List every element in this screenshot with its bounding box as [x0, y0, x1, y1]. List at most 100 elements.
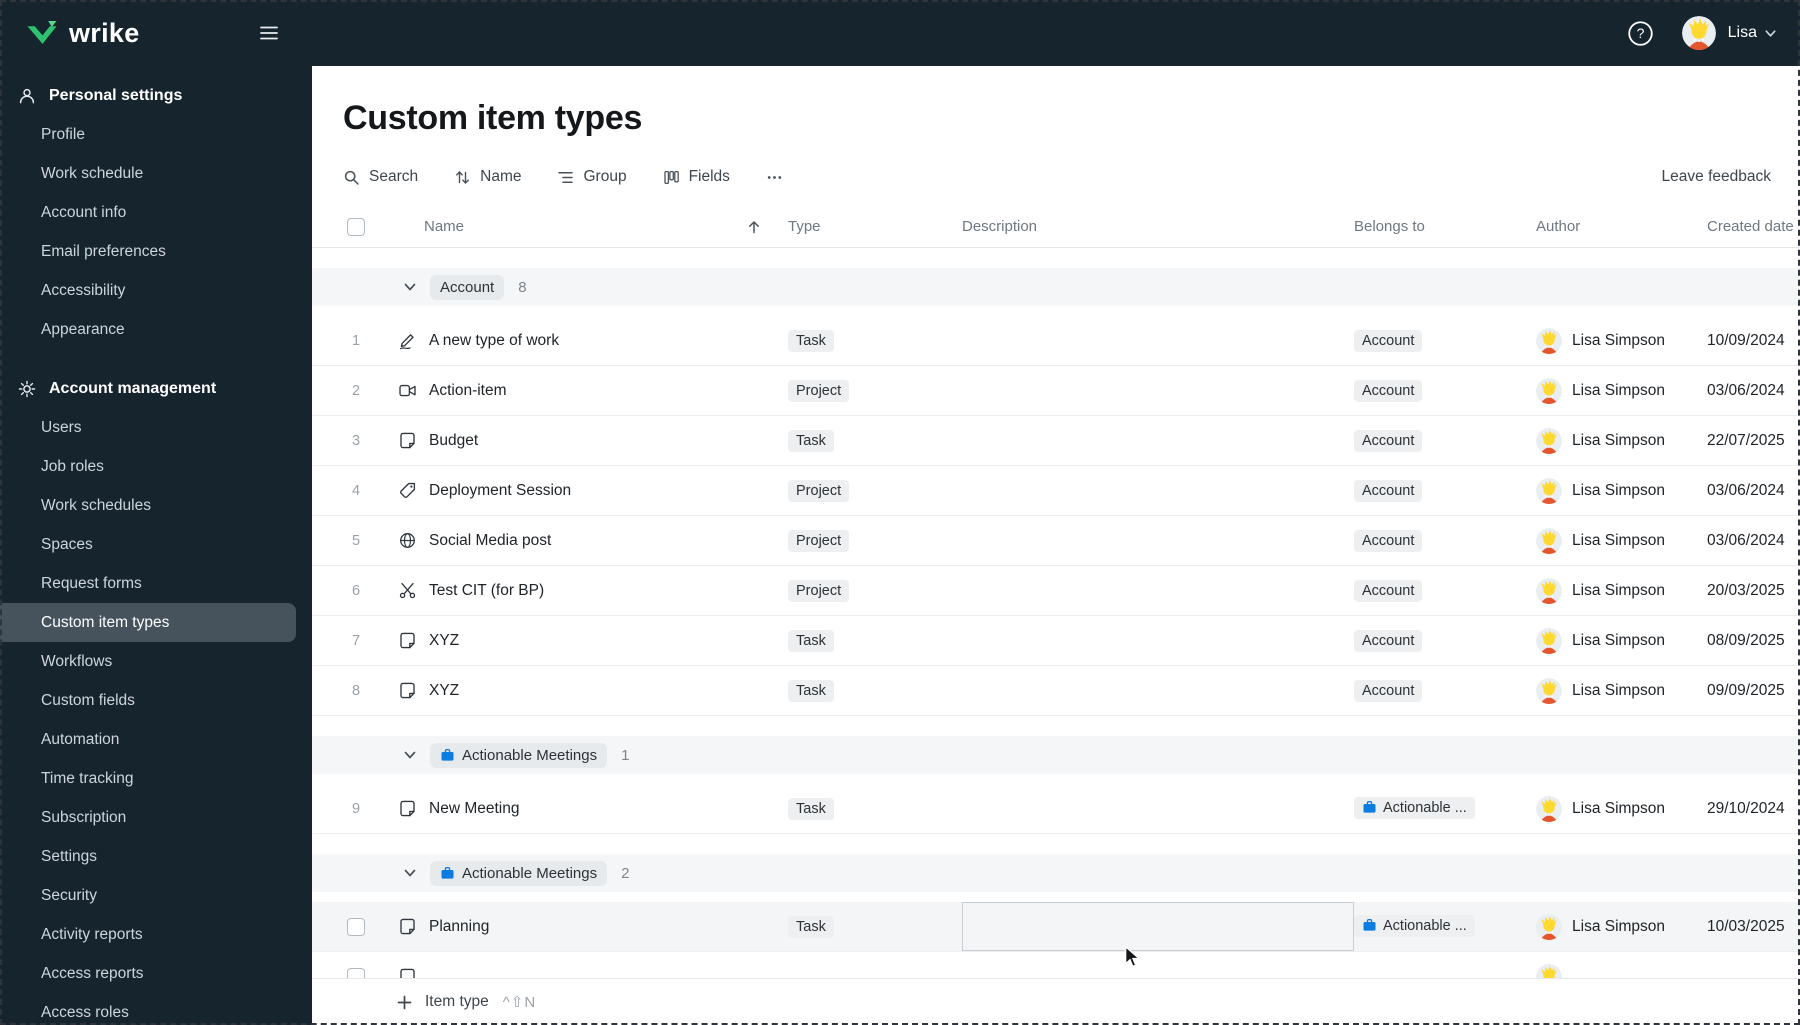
- table-row[interactable]: 7 XYZ Task Account Lisa Simpson 08/09/2025: [312, 616, 1800, 666]
- column-header-created-date[interactable]: Created date: [1707, 218, 1800, 235]
- type-chip: Task: [788, 629, 834, 652]
- search-button[interactable]: Search: [343, 168, 418, 186]
- hamburger-menu-icon[interactable]: [258, 24, 280, 42]
- table-row[interactable]: 5 Social Media post Project Account Lisa Sim…: [312, 516, 1800, 566]
- row-select-cell[interactable]: 2: [336, 383, 376, 399]
- fields-button[interactable]: Fields: [663, 168, 730, 186]
- item-name-cell[interactable]: XYZ: [376, 681, 788, 700]
- more-button[interactable]: [766, 169, 783, 186]
- group-header-row[interactable]: Account 8: [312, 268, 1800, 306]
- sidebar-item-work-schedules[interactable]: Work schedules: [0, 486, 312, 525]
- belongs-chip: Account: [1354, 529, 1423, 552]
- item-description-cell[interactable]: [962, 316, 1354, 365]
- sidebar-item-security[interactable]: Security: [0, 876, 312, 915]
- sidebar-item-time-tracking[interactable]: Time tracking: [0, 759, 312, 798]
- leave-feedback-button[interactable]: Leave feedback: [1662, 168, 1771, 186]
- row-number: 9: [351, 800, 361, 817]
- table-row[interactable]: 6 Test CIT (for BP) Project Account Lisa Sim…: [312, 566, 1800, 616]
- table-row[interactable]: 8 XYZ Task Account Lisa Simpson 09/09/2025: [312, 666, 1800, 716]
- column-header-type[interactable]: Type: [788, 218, 962, 235]
- user-avatar[interactable]: [1681, 16, 1716, 50]
- row-select-cell[interactable]: 7: [336, 633, 376, 649]
- sidebar-item-profile[interactable]: Profile: [0, 115, 312, 154]
- author-name: Lisa Simpson: [1572, 331, 1666, 349]
- created-date-cell: 08/09/2025: [1707, 631, 1785, 649]
- sidebar-item-custom-fields[interactable]: Custom fields: [0, 681, 312, 720]
- sidebar-item-spaces[interactable]: Spaces: [0, 525, 312, 564]
- chevron-down-icon[interactable]: [402, 865, 418, 881]
- item-name: New Meeting: [429, 799, 520, 817]
- item-name-cell[interactable]: Social Media post: [376, 531, 788, 550]
- sidebar-item-automation[interactable]: Automation: [0, 720, 312, 759]
- row-select-cell[interactable]: [336, 917, 376, 936]
- row-select-cell[interactable]: 4: [336, 483, 376, 499]
- select-all-checkbox[interactable]: [347, 217, 365, 236]
- table-row[interactable]: 1 A new type of work Task Account Lisa Simps…: [312, 316, 1800, 366]
- sidebar-item-accessibility[interactable]: Accessibility: [0, 271, 312, 310]
- gear-icon: [18, 380, 36, 398]
- item-description-cell[interactable]: [962, 784, 1354, 833]
- item-name-cell[interactable]: Budget: [376, 431, 788, 450]
- item-name-cell[interactable]: Action-item: [376, 381, 788, 400]
- sidebar-item-appearance[interactable]: Appearance: [0, 310, 312, 349]
- help-icon[interactable]: ?: [1627, 20, 1654, 47]
- sidebar-item-users[interactable]: Users: [0, 408, 312, 447]
- sidebar-item-access-reports[interactable]: Access reports: [0, 954, 312, 993]
- sidebar-item-access-roles[interactable]: Access roles: [0, 993, 312, 1025]
- chevron-down-icon[interactable]: [402, 747, 418, 763]
- sidebar-item-job-roles[interactable]: Job roles: [0, 447, 312, 486]
- group-header-row[interactable]: Actionable Meetings 2: [312, 854, 1800, 892]
- table-row[interactable]: 2 Action-item Project Account Lisa Simpson 03…: [312, 366, 1800, 416]
- item-description-cell[interactable]: [962, 666, 1354, 715]
- row-select-cell[interactable]: 8: [336, 683, 376, 699]
- column-header-name[interactable]: Name: [424, 218, 464, 235]
- group-button[interactable]: Group: [557, 168, 627, 186]
- item-name-cell[interactable]: A new type of work: [376, 331, 788, 350]
- table-row[interactable]: 4 Deployment Session Project Account Lisa Si…: [312, 466, 1800, 516]
- wrike-brand[interactable]: wrike: [26, 18, 140, 49]
- item-name-cell[interactable]: Deployment Session: [376, 481, 788, 500]
- sidebar-item-custom-item-types[interactable]: Custom item types: [0, 603, 296, 642]
- sort-ascending-icon[interactable]: [746, 219, 762, 235]
- row-checkbox[interactable]: [347, 917, 365, 936]
- table-row[interactable]: 9 New Meeting Task Actionable ... Lisa Simps…: [312, 784, 1800, 834]
- group-header-row[interactable]: Actionable Meetings 1: [312, 736, 1800, 774]
- row-select-cell[interactable]: 1: [336, 333, 376, 349]
- column-header-description[interactable]: Description: [962, 218, 1354, 235]
- sidebar-item-account-info[interactable]: Account info: [0, 193, 312, 232]
- sort-by-name-button[interactable]: Name: [454, 168, 521, 186]
- sidebar-item-settings[interactable]: Settings: [0, 837, 312, 876]
- settings-sidebar: Personal settings Profile Work schedule Acc…: [0, 66, 312, 1025]
- item-description-cell[interactable]: [962, 566, 1354, 615]
- row-select-cell[interactable]: 3: [336, 433, 376, 449]
- sidebar-item-request-forms[interactable]: Request forms: [0, 564, 312, 603]
- add-item-type-button[interactable]: Item type: [396, 993, 489, 1011]
- chevron-down-icon[interactable]: [402, 279, 418, 295]
- user-name[interactable]: Lisa: [1728, 24, 1757, 42]
- item-description-cell[interactable]: [962, 516, 1354, 565]
- sidebar-item-workflows[interactable]: Workflows: [0, 642, 312, 681]
- item-description-cell[interactable]: [962, 902, 1354, 951]
- sidebar-item-activity-reports[interactable]: Activity reports: [0, 915, 312, 954]
- table-row[interactable]: 3 Budget Task Account Lisa Simpson 22/07/2025: [312, 416, 1800, 466]
- item-description-cell[interactable]: [962, 366, 1354, 415]
- row-select-cell[interactable]: 5: [336, 533, 376, 549]
- sidebar-item-subscription[interactable]: Subscription: [0, 798, 312, 837]
- camera-icon: [398, 381, 417, 400]
- row-select-cell[interactable]: 6: [336, 583, 376, 599]
- table-row[interactable]: Planning Task Actionable ... Lisa Simpson 10…: [312, 902, 1800, 952]
- item-description-cell[interactable]: [962, 466, 1354, 515]
- sidebar-section-label: Account management: [49, 379, 217, 397]
- row-select-cell[interactable]: 9: [336, 801, 376, 817]
- column-header-belongs-to[interactable]: Belongs to: [1354, 218, 1536, 235]
- item-name-cell[interactable]: Planning: [376, 917, 788, 936]
- item-name-cell[interactable]: New Meeting: [376, 799, 788, 818]
- sidebar-item-work-schedule[interactable]: Work schedule: [0, 154, 312, 193]
- item-name-cell[interactable]: XYZ: [376, 631, 788, 650]
- item-name-cell[interactable]: Test CIT (for BP): [376, 581, 788, 600]
- item-description-cell[interactable]: [962, 416, 1354, 465]
- column-header-author[interactable]: Author: [1536, 218, 1707, 235]
- item-description-cell[interactable]: [962, 616, 1354, 665]
- sidebar-item-email-preferences[interactable]: Email preferences: [0, 232, 312, 271]
- chevron-down-icon[interactable]: [1763, 26, 1778, 41]
